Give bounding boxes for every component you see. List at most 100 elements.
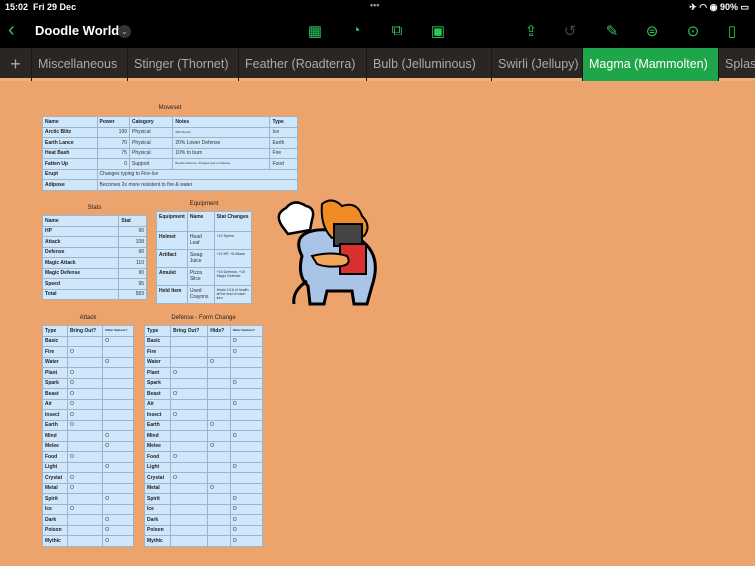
table-cell[interactable]: Mind <box>42 430 68 442</box>
header-cell[interactable]: Bring Out? <box>66 325 104 337</box>
table-cell[interactable] <box>207 535 231 547</box>
table-cell[interactable]: Ice <box>269 126 298 138</box>
table-cell[interactable]: Insect <box>143 409 172 421</box>
table-cell[interactable]: Basic <box>143 335 172 347</box>
header-cell[interactable]: Name <box>41 215 120 227</box>
selected-mark[interactable]: O <box>207 356 231 368</box>
table-cell[interactable] <box>207 493 231 505</box>
table-cell[interactable]: Crystal <box>143 472 172 484</box>
table-cell[interactable] <box>170 346 209 358</box>
table-cell[interactable]: Earth Lance <box>42 137 98 149</box>
table-cell[interactable]: Metal <box>143 482 172 494</box>
header-cell[interactable]: Bring Out? <box>170 325 209 337</box>
table-cell[interactable] <box>207 503 231 515</box>
table-cell[interactable]: Held Item <box>156 285 188 304</box>
table-cell[interactable]: Mythic <box>42 535 68 547</box>
table-cell[interactable]: 70 <box>96 137 131 149</box>
table-cell[interactable] <box>66 514 104 526</box>
table-cell[interactable]: 108 <box>118 236 147 248</box>
table-cell[interactable] <box>66 524 104 536</box>
table-cell[interactable] <box>66 356 104 368</box>
table-cell[interactable] <box>207 430 231 442</box>
tab-swirli-jellupy[interactable]: Swirli (Jellupy) <box>491 48 582 81</box>
selected-mark[interactable]: O <box>229 514 264 526</box>
table-cell[interactable]: 90 <box>118 267 147 279</box>
table-cell[interactable]: Magic Attack <box>41 257 120 269</box>
document-title[interactable]: Doodle World <box>35 23 119 38</box>
table-cell[interactable]: Ice <box>143 503 172 515</box>
table-cell[interactable] <box>170 514 209 526</box>
selected-mark[interactable]: O <box>229 430 264 442</box>
table-cell[interactable]: Arctic Blitz <box>42 126 98 138</box>
table-cell[interactable]: Ice <box>42 503 68 515</box>
table-cell[interactable]: Head Leaf <box>186 231 215 250</box>
undo-icon[interactable]: ↺ <box>560 22 580 40</box>
share-icon[interactable]: ⇪ <box>521 22 541 40</box>
table-cell[interactable]: Physical <box>129 147 174 159</box>
table-cell[interactable]: Food <box>42 451 68 463</box>
selected-mark[interactable]: O <box>66 482 104 494</box>
selected-mark[interactable]: O <box>102 535 134 547</box>
table-cell[interactable] <box>102 482 134 494</box>
table-cell[interactable]: Heat Bash <box>42 147 98 159</box>
selected-mark[interactable]: O <box>229 377 264 389</box>
table-cell[interactable] <box>207 377 231 389</box>
organize-icon[interactable]: ⊜ <box>642 22 662 40</box>
table-cell[interactable]: Air <box>143 398 172 410</box>
table-cell[interactable]: Support <box>129 158 174 170</box>
table-cell[interactable] <box>207 514 231 526</box>
table-cell[interactable]: Fire <box>143 346 172 358</box>
table-cell[interactable]: Fatten Up <box>42 158 98 170</box>
header-cell[interactable]: Other Options? <box>229 325 264 337</box>
table-cell[interactable] <box>170 493 209 505</box>
table-cell[interactable] <box>102 398 134 410</box>
selected-mark[interactable]: O <box>66 377 104 389</box>
table-cell[interactable] <box>66 461 104 473</box>
table-cell[interactable] <box>102 472 134 484</box>
selected-mark[interactable]: O <box>229 335 264 347</box>
tab-magma-mammolten[interactable]: Magma (Mammolten) <box>582 48 718 81</box>
table-cell[interactable]: Spirit <box>143 493 172 505</box>
table-cell[interactable] <box>66 335 104 347</box>
selected-mark[interactable]: O <box>229 493 264 505</box>
table-cell[interactable] <box>207 409 231 421</box>
table-cell[interactable] <box>102 377 134 389</box>
selected-mark[interactable]: O <box>66 409 104 421</box>
tab-bulb-jelluminous[interactable]: Bulb (Jelluminous) <box>366 48 491 81</box>
table-cell[interactable]: Physical <box>129 137 174 149</box>
table-cell[interactable] <box>207 472 231 484</box>
table-cell[interactable]: Light <box>143 461 172 473</box>
table-cell[interactable]: Melee <box>42 440 68 452</box>
media-icon[interactable]: ▣ <box>428 22 448 40</box>
table-cell[interactable]: Earth <box>269 137 298 149</box>
table-cell[interactable]: Spark <box>42 377 68 389</box>
table-cell[interactable] <box>170 535 209 547</box>
table-cell[interactable]: Spark <box>143 377 172 389</box>
table-cell[interactable]: Artifact <box>156 249 188 268</box>
table-cell[interactable] <box>170 356 209 368</box>
table-cell[interactable]: 90 <box>118 225 147 237</box>
table-cell[interactable] <box>170 524 209 536</box>
table-cell[interactable] <box>170 377 209 389</box>
chevron-down-icon[interactable]: ⌄ <box>118 25 131 38</box>
table-cell[interactable]: Melee <box>143 440 172 452</box>
table-cell[interactable] <box>102 419 134 431</box>
table-cell[interactable]: 75 <box>96 147 131 159</box>
table-cell[interactable]: Becomes 2x more resistent to fire & wate… <box>96 179 299 191</box>
table-cell[interactable]: Light <box>42 461 68 473</box>
table-cell[interactable] <box>170 419 209 431</box>
header-cell[interactable]: Hide? <box>207 325 231 337</box>
selected-mark[interactable]: O <box>102 514 134 526</box>
table-cell[interactable]: Boosts Defense, changes trait to Adipose <box>172 158 271 170</box>
table-cell[interactable]: +10 HP, +8 Attack <box>213 249 253 268</box>
tab-miscellaneous[interactable]: Miscellaneous <box>31 48 127 81</box>
table-cell[interactable]: Adipose <box>42 179 98 191</box>
table-cell[interactable]: Pizza Slice <box>186 267 215 286</box>
table-cell[interactable]: Erupt <box>42 168 98 180</box>
table-cell[interactable] <box>229 451 264 463</box>
table-cell[interactable] <box>66 430 104 442</box>
selected-mark[interactable]: O <box>66 451 104 463</box>
table-cell[interactable] <box>207 451 231 463</box>
multitask-dots[interactable]: ••• <box>370 0 379 10</box>
table-cell[interactable]: 25% Recoil <box>172 126 271 138</box>
